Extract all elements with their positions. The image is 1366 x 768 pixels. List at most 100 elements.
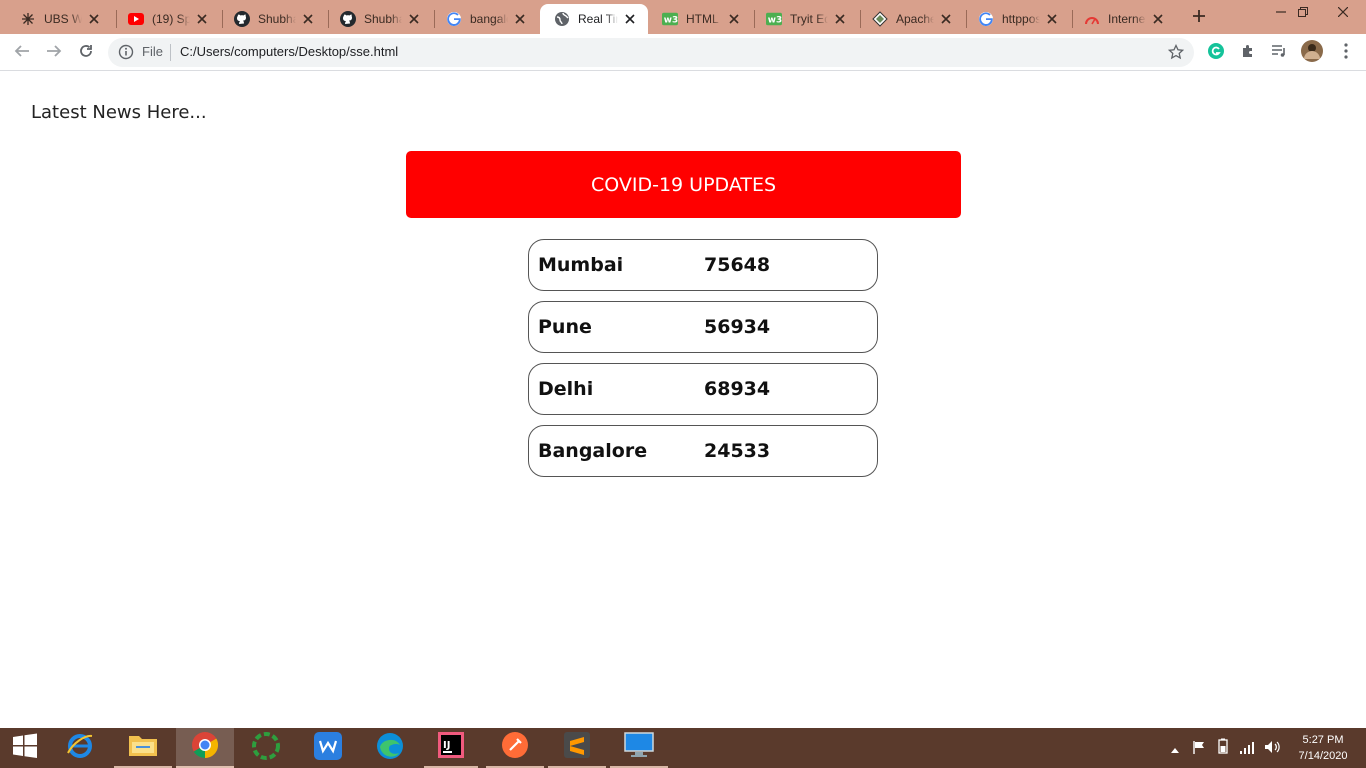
close-icon[interactable] xyxy=(938,11,954,27)
address-bar[interactable]: File C:/Users/computers/Desktop/sse.html xyxy=(108,38,1194,67)
bookmark-star-icon[interactable] xyxy=(1167,43,1185,60)
city-name: Pune xyxy=(538,316,592,338)
url-text[interactable]: C:/Users/computers/Desktop/sse.html xyxy=(180,44,398,59)
profile-button[interactable] xyxy=(1301,40,1323,63)
media-controls-button[interactable] xyxy=(1269,43,1289,63)
close-icon[interactable] xyxy=(832,11,848,27)
reload-icon xyxy=(78,43,94,63)
grammarly-icon xyxy=(1207,42,1225,64)
tab-google-httpposts[interactable]: httpposts xyxy=(964,4,1070,34)
omnibox-divider xyxy=(170,44,171,61)
intellij-icon: IJ xyxy=(438,732,464,762)
taskbar-clock[interactable]: 5:27 PM 7/14/2020 xyxy=(1292,732,1354,764)
tab-tryit-editor[interactable]: w3 Tryit Editor xyxy=(752,4,858,34)
w3schools-icon: w3 xyxy=(662,11,678,27)
windows-taskbar: IJ 5:27 PM 7/14/2020 xyxy=(0,728,1366,768)
tab-title: UBS Workday xyxy=(44,12,82,26)
covid-updates-banner: COVID-19 UPDATES xyxy=(406,151,961,218)
tab-apache[interactable]: Apache xyxy=(858,4,964,34)
edge-icon xyxy=(375,731,405,765)
w3schools-icon: w3 xyxy=(766,11,782,27)
clock-date: 7/14/2020 xyxy=(1298,750,1348,762)
tab-title: Internet xyxy=(1108,12,1146,26)
desktop-icon xyxy=(624,732,654,762)
taskbar-circle-app[interactable] xyxy=(238,728,294,768)
network-button[interactable] xyxy=(1236,728,1258,768)
close-icon[interactable] xyxy=(194,11,210,27)
svg-text:w3: w3 xyxy=(768,16,782,26)
puzzle-icon xyxy=(1240,43,1256,63)
tab-real-time[interactable]: Real Time xyxy=(540,4,648,34)
arrow-right-icon xyxy=(46,43,62,63)
action-center-flag[interactable] xyxy=(1188,728,1210,768)
start-button[interactable] xyxy=(0,728,50,768)
tab-html-dom[interactable]: w3 HTML DOM xyxy=(648,4,752,34)
tab-youtube[interactable]: (19) Spring xyxy=(114,4,220,34)
close-icon[interactable] xyxy=(512,11,528,27)
taskbar-desktop[interactable] xyxy=(610,728,668,768)
ubs-icon xyxy=(20,11,36,27)
latest-news-heading: Latest News Here... xyxy=(31,102,207,123)
tab-ubs-workday[interactable]: UBS Workday xyxy=(6,4,112,34)
postman-icon xyxy=(501,731,529,763)
close-icon[interactable] xyxy=(1044,11,1060,27)
tab-title: Apache xyxy=(896,12,934,26)
windows-start-icon xyxy=(12,733,38,763)
volume-button[interactable] xyxy=(1260,728,1284,768)
extensions-button[interactable] xyxy=(1238,43,1258,63)
forward-button[interactable] xyxy=(40,39,68,67)
tab-github-2[interactable]: Shubham xyxy=(326,4,432,34)
tab-title: Real Time xyxy=(578,12,618,26)
taskbar-internet-explorer[interactable] xyxy=(52,728,108,768)
taskbar-sublime[interactable] xyxy=(548,728,606,768)
tab-title: Tryit Editor xyxy=(790,12,828,26)
close-icon[interactable] xyxy=(406,11,422,27)
taskbar-chrome[interactable] xyxy=(176,728,234,768)
taskbar-edge[interactable] xyxy=(362,728,418,768)
google-icon xyxy=(446,11,462,27)
tab-internet-speed[interactable]: Internet xyxy=(1070,4,1176,34)
speedtest-icon xyxy=(1084,11,1100,27)
reload-button[interactable] xyxy=(72,39,100,67)
plus-icon xyxy=(1192,8,1206,27)
taskbar-postman[interactable] xyxy=(486,728,544,768)
arrow-left-icon xyxy=(14,43,30,63)
info-icon[interactable] xyxy=(118,44,134,60)
wps-icon xyxy=(314,732,342,764)
flag-icon xyxy=(1192,739,1206,758)
city-case-count: 24533 xyxy=(704,440,771,462)
tab-google-bangalore[interactable]: bangalore xyxy=(432,4,538,34)
city-case-count: 75648 xyxy=(704,254,771,276)
city-name: Bangalore xyxy=(538,440,648,462)
clock-time: 5:27 PM xyxy=(1302,734,1344,746)
browser-tab-strip: UBS Workday (19) Spring Shubham Shubham … xyxy=(0,0,1366,34)
new-tab-button[interactable] xyxy=(1186,6,1212,28)
banner-title: COVID-19 UPDATES xyxy=(590,173,777,196)
scheme-label: File xyxy=(142,44,163,59)
internet-explorer-icon xyxy=(65,731,95,765)
back-button[interactable] xyxy=(8,39,36,67)
playlist-icon xyxy=(1271,43,1287,63)
city-card-pune: Pune 56934 xyxy=(528,301,878,353)
tab-github-1[interactable]: Shubham xyxy=(220,4,326,34)
close-icon[interactable] xyxy=(726,11,742,27)
restore-icon xyxy=(1298,2,1308,21)
circle-app-icon xyxy=(251,731,281,765)
grammarly-extension-button[interactable] xyxy=(1206,43,1226,63)
tab-title: HTML DOM xyxy=(686,12,722,26)
city-name: Mumbai xyxy=(538,254,624,276)
chevron-up-icon xyxy=(1170,739,1180,758)
battery-button[interactable] xyxy=(1212,728,1234,768)
close-icon[interactable] xyxy=(622,11,638,27)
show-hidden-icons-button[interactable] xyxy=(1166,728,1184,768)
taskbar-wps[interactable] xyxy=(300,728,356,768)
close-window-button[interactable] xyxy=(1320,0,1366,22)
close-icon[interactable] xyxy=(300,11,316,27)
tab-title: Shubham xyxy=(258,12,296,26)
close-icon[interactable] xyxy=(1150,11,1166,27)
city-case-count: 68934 xyxy=(704,378,771,400)
chrome-menu-button[interactable] xyxy=(1336,43,1356,63)
close-icon[interactable] xyxy=(86,11,102,27)
taskbar-file-explorer[interactable] xyxy=(114,728,172,768)
taskbar-intellij[interactable]: IJ xyxy=(424,728,478,768)
